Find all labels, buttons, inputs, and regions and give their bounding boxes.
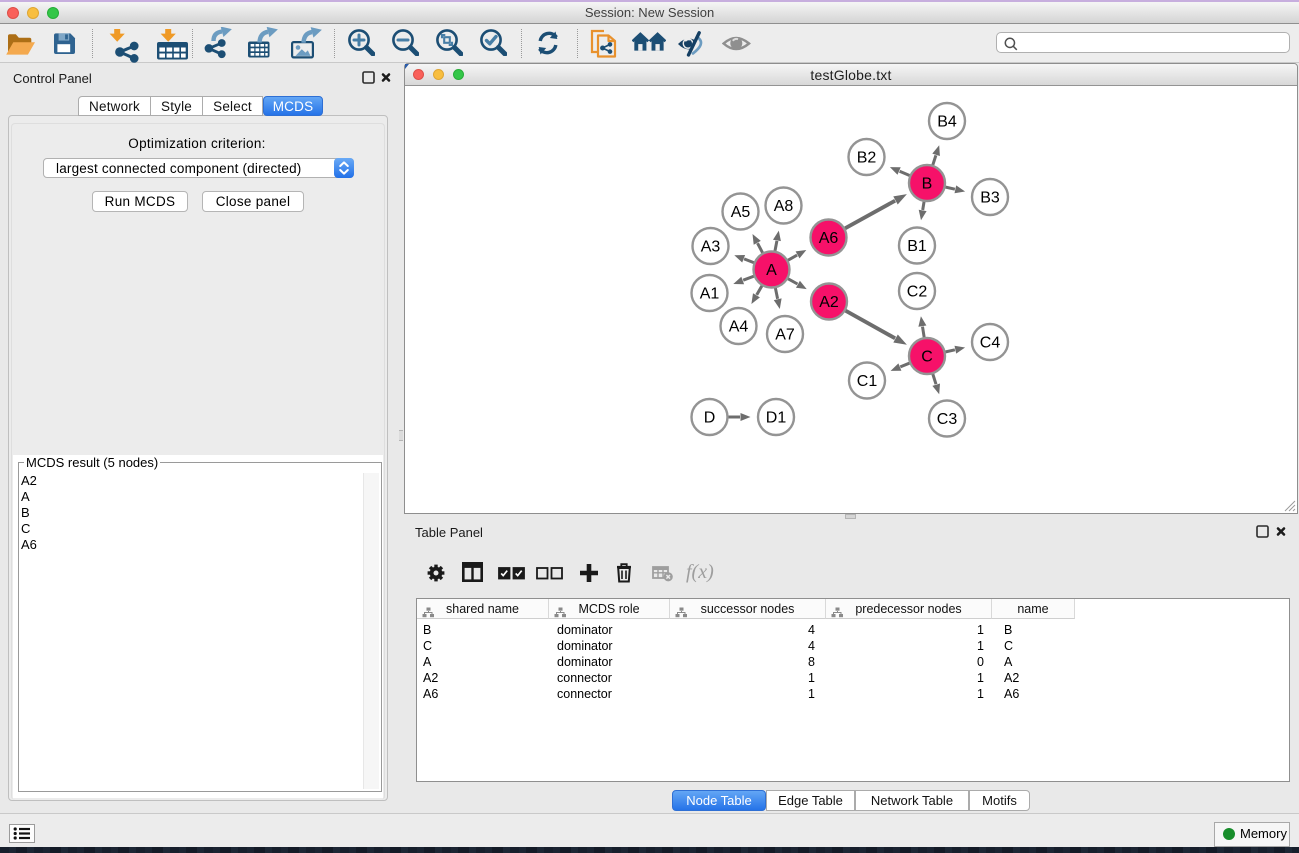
svg-text:A8: A8	[774, 198, 794, 215]
svg-text:B4: B4	[937, 114, 957, 131]
svg-text:D: D	[704, 410, 716, 427]
svg-text:C: C	[921, 349, 933, 366]
svg-text:C2: C2	[907, 284, 928, 301]
svg-text:A5: A5	[731, 204, 751, 221]
svg-text:B2: B2	[857, 150, 877, 167]
svg-text:C4: C4	[980, 335, 1001, 352]
svg-text:A6: A6	[819, 230, 839, 247]
svg-text:B1: B1	[907, 238, 927, 255]
svg-text:A7: A7	[775, 327, 795, 344]
svg-text:B: B	[922, 176, 933, 193]
svg-text:A1: A1	[700, 286, 720, 303]
svg-text:A: A	[766, 262, 777, 279]
svg-text:D1: D1	[766, 410, 787, 427]
svg-text:C1: C1	[857, 373, 878, 390]
svg-text:A2: A2	[819, 294, 839, 311]
svg-text:A4: A4	[729, 319, 749, 336]
svg-text:C3: C3	[937, 411, 958, 428]
svg-text:B3: B3	[980, 190, 1000, 207]
svg-text:A3: A3	[701, 239, 721, 256]
